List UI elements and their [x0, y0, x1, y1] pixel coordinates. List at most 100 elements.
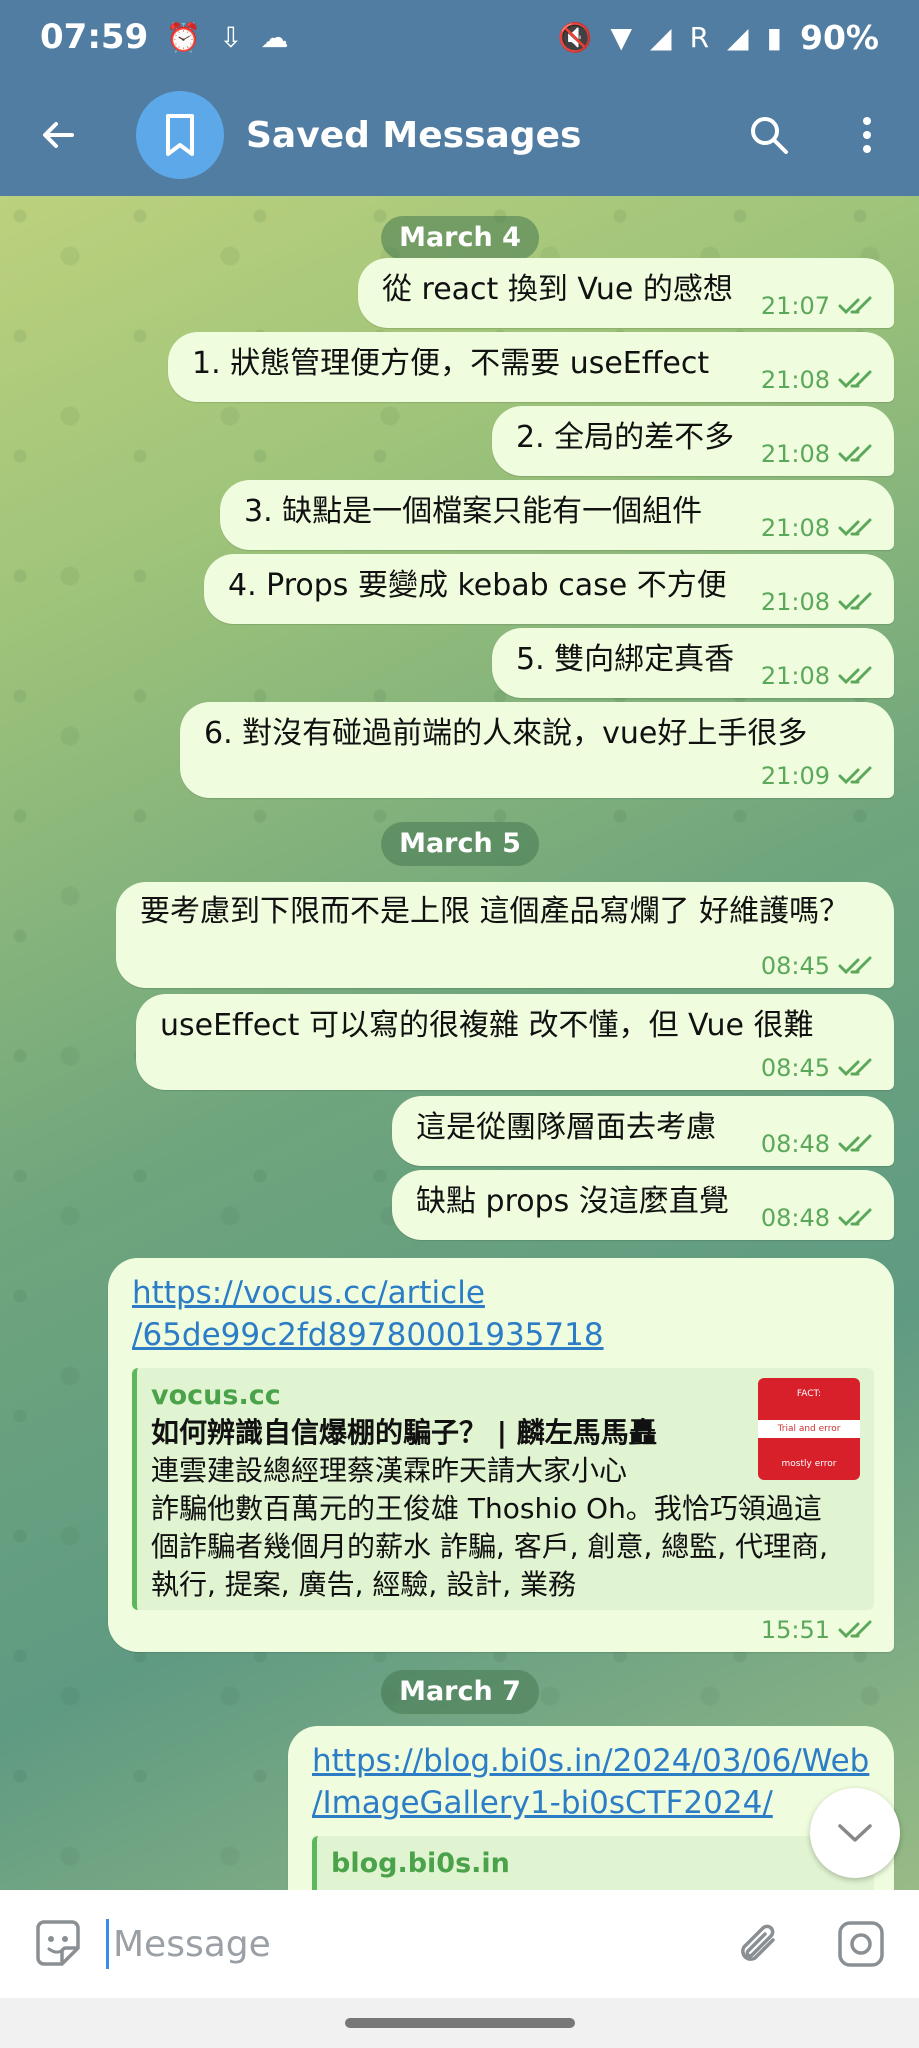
message-text: 5. 雙向綁定真香 — [516, 642, 735, 677]
message-bubble[interactable]: 4. Props 要變成 kebab case 不方便 21:08 — [204, 554, 894, 624]
message-link[interactable]: https://blog.bi0s.in/2024/03/06/Web /Ima… — [312, 1740, 872, 1824]
double-check-icon — [838, 1208, 872, 1227]
message-time: 15:51 — [760, 1616, 830, 1644]
message-bubble[interactable]: 要考慮到下限而不是上限 這個產品寫爛了 好維護嗎？ 08:45 — [116, 882, 894, 988]
date-separator: March 4 — [381, 216, 539, 260]
date-separator: March 5 — [381, 822, 539, 866]
preview-desc-line: 詐騙他數百萬元的王俊雄 Thoshio Oh。我恰巧領過這 — [151, 1492, 822, 1525]
message-bubble[interactable]: 缺點 props 沒這麼直覺 08:48 — [392, 1170, 894, 1240]
double-check-icon — [838, 1134, 872, 1153]
message-text: 缺點 props 沒這麼直覺 — [416, 1184, 729, 1219]
preview-desc-line: 執行, 提案, 廣告, 經驗, 設計, 業務 — [151, 1568, 577, 1601]
preview-site-name: blog.bi0s.in — [331, 1848, 510, 1879]
double-check-icon — [838, 766, 872, 785]
message-meta: 08:48 — [761, 1130, 876, 1158]
message-meta: 21:09 — [761, 762, 876, 790]
message-meta: 21:08 — [761, 440, 876, 468]
camera-icon — [838, 1921, 884, 1967]
message-time: 21:08 — [760, 514, 830, 542]
message-bubble[interactable]: useEffect 可以寫的很複雜 改不懂，但 Vue 很難 08:45 — [136, 994, 894, 1090]
message-bubble[interactable]: 從 react 換到 Vue 的感想 21:07 — [358, 258, 894, 328]
back-button[interactable] — [28, 105, 88, 165]
cloud-icon: ☁ — [260, 20, 289, 54]
message-time: 21:08 — [760, 366, 830, 394]
arrow-left-icon — [43, 122, 74, 148]
battery-icon: ▮ — [766, 20, 782, 54]
message-meta: 21:08 — [761, 366, 876, 394]
message-meta: 08:45 — [761, 952, 876, 980]
message-meta: 21:08 — [761, 514, 876, 542]
chevron-down-icon — [838, 1824, 872, 1842]
message-meta: 21:08 — [761, 588, 876, 616]
preview-desc-line: 個詐騙者幾個月的薪水 詐騙, 客戶, 創意, 總監, 代理商, — [151, 1530, 829, 1563]
download-icon: ⇩ — [219, 20, 243, 54]
message-text: useEffect 可以寫的很複雜 改不懂，但 Vue 很難 — [160, 1008, 814, 1043]
preview-site-name: vocus.cc — [151, 1380, 281, 1411]
message-time: 08:45 — [760, 1054, 830, 1082]
message-time: 21:08 — [760, 662, 830, 690]
double-check-icon — [838, 444, 872, 463]
message-list[interactable]: March 4 從 react 換到 Vue 的感想 21:07 1. 狀態管理… — [0, 196, 919, 1890]
double-check-icon — [838, 296, 872, 315]
bookmark-icon — [166, 114, 194, 156]
double-check-icon — [838, 666, 872, 685]
message-meta: 21:08 — [761, 662, 876, 690]
message-input[interactable] — [106, 1919, 729, 1969]
message-text: 6. 對沒有碰過前端的人來說，vue好上手很多 — [204, 716, 808, 751]
message-bubble[interactable]: 5. 雙向綁定真香 21:08 — [492, 628, 894, 698]
double-check-icon — [838, 370, 872, 389]
roaming-label: R — [689, 20, 710, 54]
signal-icon-2: ◢ — [727, 20, 749, 54]
preview-thumbnail[interactable]: FACT: Trial and error mostly error — [758, 1378, 860, 1480]
wifi-icon: ▼ — [610, 20, 633, 54]
message-text: 4. Props 要變成 kebab case 不方便 — [228, 568, 727, 603]
search-button[interactable] — [739, 105, 799, 165]
date-separator: March 7 — [381, 1670, 539, 1714]
scroll-to-bottom-button[interactable] — [810, 1788, 900, 1878]
link-preview[interactable]: blog.bi0s.in — [312, 1836, 874, 1890]
double-check-icon — [838, 518, 872, 537]
preview-description: 連雲建設總經理蔡漢霖昨天請大家小心 詐騙他數百萬元的王俊雄 Thoshio Oh… — [151, 1452, 860, 1604]
chat-header: Saved Messages — [0, 74, 919, 196]
link-line: /ImageGallery1-bi0sCTF2024/ — [312, 1785, 773, 1821]
saved-messages-avatar[interactable] — [136, 91, 224, 179]
link-line: https://blog.bi0s.in/2024/03/06/Web — [312, 1743, 870, 1779]
double-check-icon — [838, 592, 872, 611]
double-check-icon — [838, 1058, 872, 1077]
message-bubble[interactable]: 1. 狀態管理便方便，不需要 useEffect 21:08 — [168, 332, 894, 402]
camera-button[interactable] — [831, 1914, 891, 1974]
link-message-bubble[interactable]: https://vocus.cc/article /65de99c2fd8978… — [108, 1258, 894, 1652]
chat-title[interactable]: Saved Messages — [246, 115, 739, 156]
thumbnail-text: FACT: — [796, 1388, 822, 1399]
link-line: https://vocus.cc/article — [132, 1275, 485, 1311]
message-time: 21:09 — [760, 762, 830, 790]
system-navigation-bar — [0, 1998, 919, 2048]
message-link[interactable]: https://vocus.cc/article /65de99c2fd8978… — [132, 1272, 872, 1356]
link-preview[interactable]: vocus.cc 如何辨識自信爆棚的騙子？ | 麟左馬馬矗 連雲建設總經理蔡漢霖… — [132, 1368, 874, 1610]
message-text: 3. 缺點是一個檔案只能有一個組件 — [244, 494, 703, 529]
thumbnail-text: mostly error — [781, 1459, 837, 1470]
preview-desc-line: 連雲建設總經理蔡漢霖昨天請大家小心 — [151, 1454, 628, 1487]
more-vertical-icon — [863, 117, 871, 153]
link-message-bubble[interactable]: https://blog.bi0s.in/2024/03/06/Web /Ima… — [288, 1726, 894, 1890]
message-bubble[interactable]: 這是從團隊層面去考慮 08:48 — [392, 1096, 894, 1166]
thumbnail-text: Trial and error — [758, 1419, 860, 1438]
sticker-button[interactable] — [28, 1914, 88, 1974]
signal-icon: ◢ — [650, 20, 672, 54]
status-time: 07:59 — [40, 17, 149, 57]
message-bubble[interactable]: 3. 缺點是一個檔案只能有一個組件 21:08 — [220, 480, 894, 550]
gesture-handle[interactable] — [345, 2018, 575, 2028]
message-meta: 08:48 — [761, 1204, 876, 1232]
message-text: 1. 狀態管理便方便，不需要 useEffect — [192, 346, 710, 381]
message-bubble[interactable]: 6. 對沒有碰過前端的人來說，vue好上手很多 21:09 — [180, 702, 894, 798]
message-text: 要考慮到下限而不是上限 這個產品寫爛了 好維護嗎？ — [140, 894, 850, 929]
mute-icon: 🔇 — [557, 20, 593, 54]
message-bubble[interactable]: 2. 全局的差不多 21:08 — [492, 406, 894, 476]
double-check-icon — [838, 956, 872, 975]
search-icon — [751, 117, 788, 154]
more-options-button[interactable] — [837, 105, 897, 165]
message-meta: 08:45 — [761, 1054, 876, 1082]
paperclip-icon — [741, 1924, 775, 1961]
attach-button[interactable] — [729, 1914, 789, 1974]
message-time: 21:07 — [760, 292, 830, 320]
